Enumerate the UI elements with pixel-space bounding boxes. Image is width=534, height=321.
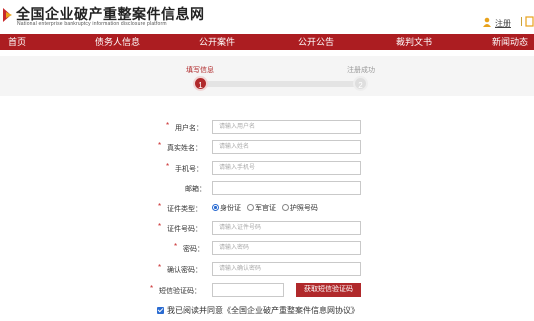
- nav-public-cases[interactable]: 公开案件: [199, 34, 235, 50]
- step-progress-bar: [200, 81, 360, 87]
- username-row: * 用户名： 请输入用户名: [0, 120, 534, 135]
- confirm-password-row: * 确认密码： 请输入确认密码: [0, 262, 534, 277]
- id-type-options: 身份证 军官证 护照号码: [212, 203, 322, 213]
- step1-number: 1: [193, 76, 208, 91]
- required-mark: *: [174, 242, 178, 251]
- logo-icon: [3, 8, 12, 22]
- radio-passport[interactable]: [281, 204, 289, 211]
- confirm-password-input[interactable]: 请输入确认密码: [212, 262, 361, 276]
- id-number-row: * 证件号码： 请输入证件号码: [0, 221, 534, 236]
- agreement-row: 我已阅读并同意《全国企业破产重整案件信息网协议》: [157, 305, 359, 316]
- realname-input[interactable]: 请输入姓名: [212, 140, 361, 154]
- required-mark: *: [166, 121, 170, 130]
- sms-code-input[interactable]: [212, 283, 284, 297]
- required-mark: *: [158, 202, 162, 211]
- step2-label: 注册成功: [347, 67, 375, 74]
- agreement-text[interactable]: 我已阅读并同意《全国企业破产重整案件信息网协议》: [167, 306, 359, 315]
- email-label: 邮箱：: [185, 186, 206, 193]
- step2-number: 2: [353, 76, 368, 91]
- phone-row: * 手机号： 请输入手机号: [0, 161, 534, 176]
- password-label: 密码：: [183, 246, 204, 253]
- email-row: 邮箱：: [0, 181, 534, 196]
- radio-military-id-label[interactable]: 军官证: [255, 205, 276, 212]
- get-sms-code-button[interactable]: 获取短信验证码: [296, 283, 361, 297]
- step1-label: 填写信息: [186, 67, 214, 74]
- step-progress-fill: [200, 81, 360, 87]
- registration-steps: 填写信息 注册成功 1 2: [0, 56, 534, 96]
- realname-label: 真实姓名：: [167, 145, 202, 152]
- agree-checkbox[interactable]: [157, 307, 164, 314]
- nav-home[interactable]: 首页: [8, 34, 26, 50]
- id-number-label: 证件号码：: [167, 226, 202, 233]
- username-input[interactable]: 请输入用户名: [212, 120, 361, 134]
- nav-judgments[interactable]: 裁判文书: [396, 34, 432, 50]
- password-row: * 密码： 请输入密码: [0, 241, 534, 256]
- realname-row: * 真实姓名： 请输入姓名: [0, 140, 534, 155]
- username-label: 用户名：: [175, 125, 203, 132]
- id-type-row: * 证件类型： 身份证 军官证 护照号码: [0, 201, 534, 216]
- radio-id-card[interactable]: [212, 204, 219, 211]
- nav-news[interactable]: 新闻动态: [492, 34, 528, 50]
- radio-id-card-label[interactable]: 身份证: [220, 205, 241, 212]
- id-number-input[interactable]: 请输入证件号码: [212, 221, 361, 235]
- sms-code-label: 短信验证码：: [159, 288, 201, 295]
- register-link[interactable]: 注册: [495, 18, 511, 29]
- sms-code-row: * 短信验证码： 获取短信验证码: [0, 283, 534, 298]
- header-divider: [521, 17, 522, 26]
- required-mark: *: [158, 263, 162, 272]
- radio-passport-label[interactable]: 护照号码: [290, 205, 318, 212]
- user-icon: [483, 17, 491, 27]
- required-mark: *: [158, 141, 162, 150]
- nav-debtor-info[interactable]: 债务人信息: [95, 34, 140, 50]
- email-input[interactable]: [212, 181, 361, 195]
- phone-label: 手机号：: [175, 166, 203, 173]
- site-subtitle: National enterprise bankruptcy informati…: [17, 21, 167, 27]
- required-mark: *: [166, 162, 170, 171]
- radio-military-id[interactable]: [246, 204, 254, 211]
- nav-public-notices[interactable]: 公开公告: [298, 34, 334, 50]
- confirm-password-label: 确认密码：: [167, 267, 202, 274]
- site-header: 全国企业破产重整案件信息网 National enterprise bankru…: [0, 0, 534, 34]
- login-icon[interactable]: [525, 16, 534, 27]
- phone-input[interactable]: 请输入手机号: [212, 161, 361, 175]
- required-mark: *: [150, 284, 154, 293]
- password-input[interactable]: 请输入密码: [212, 241, 361, 255]
- id-type-label: 证件类型：: [167, 206, 202, 213]
- main-nav: 首页 债务人信息 公开案件 公开公告 裁判文书 新闻动态: [0, 34, 534, 50]
- required-mark: *: [158, 222, 162, 231]
